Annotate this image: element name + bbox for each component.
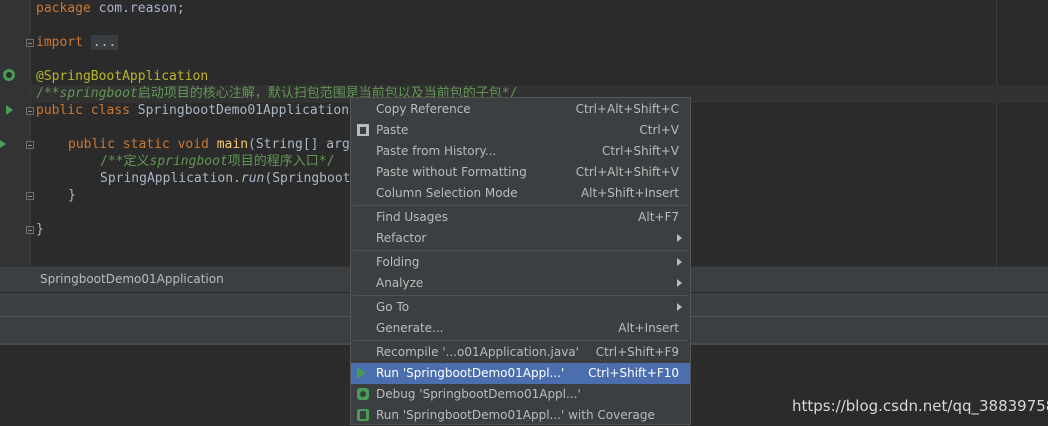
menu-item-label: Find Usages	[376, 210, 449, 224]
fold-icon[interactable]	[26, 107, 34, 115]
menu-item-column-selection-mode[interactable]: Column Selection Mode Alt+Shift+Insert	[351, 183, 690, 204]
keyword: public static void	[68, 137, 209, 152]
menu-item-paste-from-history[interactable]: Paste from History... Ctrl+Shift+V	[351, 141, 690, 162]
debug-icon	[357, 388, 369, 400]
brace: }	[68, 188, 76, 203]
comment-text: /**	[100, 154, 124, 169]
right-margin-guide	[996, 0, 997, 266]
method-name: main	[216, 137, 249, 152]
menu-item-label: Analyze	[376, 276, 424, 290]
submenu-arrow-icon	[677, 303, 682, 311]
comment-text: 项目的程序入口*/	[227, 154, 335, 169]
menu-item-label: Paste	[376, 123, 409, 137]
run-class-gutter-icon[interactable]	[6, 105, 13, 115]
keyword: package	[36, 1, 91, 16]
menu-item-shortcut: Ctrl+Shift+F9	[595, 345, 679, 359]
brace: }	[36, 222, 44, 237]
menu-separator	[353, 295, 688, 296]
menu-item-label: Refactor	[376, 231, 427, 245]
submenu-arrow-icon	[677, 279, 682, 287]
code-line: public static void main(String[] arg	[68, 136, 350, 154]
menu-item-shortcut: Ctrl+Alt+Shift+V	[575, 165, 679, 179]
fold-icon[interactable]	[26, 39, 34, 47]
code-line: }	[68, 187, 76, 205]
code-text: SpringApplication.	[100, 171, 241, 186]
paste-icon	[357, 124, 369, 136]
folded-imports[interactable]: ...	[90, 35, 119, 50]
code-line: SpringApplication.run(Springboot	[100, 170, 350, 188]
menu-item-label: Copy Reference	[376, 102, 471, 116]
comment-text: springboot	[59, 86, 138, 101]
menu-item-copy-reference[interactable]: Copy Reference Ctrl+Alt+Shift+C	[351, 99, 690, 120]
menu-item-shortcut: Ctrl+Alt+Shift+C	[575, 102, 679, 116]
method-call: run	[240, 171, 265, 186]
code-text: (Springboot	[264, 171, 351, 186]
menu-item-label: Recompile '...o01Application.java'	[376, 345, 579, 359]
menu-item-generate[interactable]: Generate... Alt+Insert	[351, 318, 690, 339]
menu-item-shortcut: Alt+F7	[638, 210, 679, 224]
menu-item-analyze[interactable]: Analyze	[351, 273, 690, 294]
menu-separator	[353, 205, 688, 206]
menu-separator	[353, 340, 688, 341]
keyword: public class	[36, 103, 130, 118]
menu-item-shortcut: Ctrl+Shift+F10	[588, 366, 679, 380]
menu-item-shortcut: Ctrl+Shift+V	[602, 144, 679, 158]
menu-item-label: Go To	[376, 300, 410, 314]
menu-item-run-with-coverage[interactable]: Run 'SpringbootDemo01Appl...' with Cover…	[351, 405, 690, 426]
menu-item-debug[interactable]: Debug 'SpringbootDemo01Appl...'	[351, 384, 690, 405]
code-line: @SpringBootApplication	[36, 68, 208, 86]
code-line: import ...	[36, 34, 119, 52]
menu-item-go-to[interactable]: Go To	[351, 297, 690, 318]
menu-item-shortcut: Alt+Insert	[618, 321, 679, 335]
code-text: (String[] arg	[248, 137, 350, 152]
run-icon	[357, 367, 366, 379]
menu-item-run[interactable]: Run 'SpringbootDemo01Appl...' Ctrl+Shift+…	[351, 363, 690, 384]
menu-item-label: Generate...	[376, 321, 444, 335]
keyword: import	[36, 35, 83, 50]
fold-icon[interactable]	[26, 226, 34, 234]
menu-item-label: Paste from History...	[376, 144, 497, 158]
menu-item-refactor[interactable]: Refactor	[351, 228, 690, 249]
menu-item-label: Column Selection Mode	[376, 186, 518, 200]
code-line: public class SpringbootDemo01Application	[36, 102, 349, 120]
annotation: @SpringBootApplication	[36, 69, 209, 84]
menu-item-label: Paste without Formatting	[376, 165, 527, 179]
context-menu[interactable]: Copy Reference Ctrl+Alt+Shift+C Paste Ctrl…	[350, 97, 691, 425]
comment-text: springboot	[149, 154, 228, 169]
fold-icon[interactable]	[26, 192, 34, 200]
code-line: package com.reason;	[36, 0, 185, 18]
fold-icon[interactable]	[26, 141, 34, 149]
comment-text: /**	[36, 86, 60, 101]
class-name: SpringbootDemo01Application	[129, 103, 350, 118]
menu-item-find-usages[interactable]: Find Usages Alt+F7	[351, 207, 690, 228]
coverage-icon	[357, 409, 369, 421]
watermark: https://blog.csdn.net/qq_38839758	[792, 397, 1048, 415]
menu-item-paste-without-formatting[interactable]: Paste without Formatting Ctrl+Alt+Shift+V	[351, 162, 690, 183]
menu-item-recompile[interactable]: Recompile '...o01Application.java' Ctrl+S…	[351, 342, 690, 363]
code-line: /**定义springboot项目的程序入口*/	[100, 153, 334, 171]
menu-item-label: Folding	[376, 255, 420, 269]
breadcrumb-item[interactable]: SpringbootDemo01Application	[40, 272, 224, 286]
menu-item-label: Debug 'SpringbootDemo01Appl...'	[376, 387, 581, 401]
menu-item-folding[interactable]: Folding	[351, 252, 690, 273]
menu-item-shortcut: Alt+Shift+Insert	[580, 186, 679, 200]
code-text: com.reason;	[90, 1, 185, 16]
code-line: }	[36, 221, 44, 239]
run-main-gutter-icon[interactable]	[0, 139, 6, 149]
menu-separator	[353, 250, 688, 251]
menu-item-paste[interactable]: Paste Ctrl+V	[351, 120, 690, 141]
menu-item-label: Run 'SpringbootDemo01Appl...' with Cover…	[376, 408, 655, 422]
spring-bean-icon[interactable]	[3, 69, 15, 81]
comment-text: 定义	[123, 154, 150, 169]
menu-item-label: Run 'SpringbootDemo01Appl...'	[376, 366, 565, 380]
submenu-arrow-icon	[677, 234, 682, 242]
menu-item-shortcut: Ctrl+V	[639, 123, 679, 137]
submenu-arrow-icon	[677, 258, 682, 266]
